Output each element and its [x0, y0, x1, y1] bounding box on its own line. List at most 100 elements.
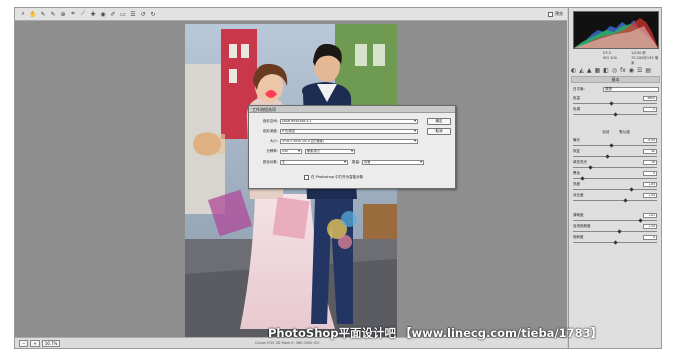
slider-track[interactable]	[573, 189, 657, 190]
slider-knob[interactable]	[609, 101, 614, 106]
slider-row: 对比度 +34	[573, 193, 659, 204]
zoom-in-button[interactable]: +	[30, 340, 40, 347]
slider-knob[interactable]	[629, 187, 635, 192]
slider-knob[interactable]	[613, 240, 618, 245]
rotate-left-icon[interactable]: ↺	[139, 10, 147, 18]
slider-knob[interactable]	[637, 218, 643, 223]
resolution-input[interactable]: 240	[280, 148, 302, 154]
slider-label: 亮度	[573, 182, 580, 186]
slider-track[interactable]	[573, 200, 657, 201]
rotate-right-icon[interactable]: ↻	[149, 10, 157, 18]
slider-value-input[interactable]: -0.50	[643, 138, 657, 143]
default-link[interactable]: 默认值	[619, 130, 630, 136]
sharpen-select[interactable]: 无	[280, 159, 348, 165]
lens-value: 70-200@135 毫米	[631, 56, 659, 65]
detail-tab-icon[interactable]: ▲	[587, 67, 592, 74]
slider-value-input[interactable]: +61	[643, 213, 657, 218]
color-depth-row: 色彩深度: 8 位/通道	[253, 128, 418, 134]
slider-value-input[interactable]: +10	[643, 224, 657, 229]
slider-knob[interactable]	[623, 198, 628, 203]
amount-select[interactable]: 标准	[362, 159, 425, 165]
basic-tab-icon[interactable]: ◐	[571, 67, 576, 74]
size-row: 大小: 3744 x 5616 (21.0 百万像素)	[253, 138, 418, 144]
slider-track[interactable]	[573, 145, 657, 146]
slider-track[interactable]	[573, 220, 657, 221]
hsl-tab-icon[interactable]: ▦	[595, 67, 601, 74]
slider-label: 饱和度	[573, 235, 584, 239]
slider-value-input[interactable]: 18	[643, 160, 657, 165]
camera-calibration-tab-icon[interactable]: ◉	[629, 67, 634, 74]
preview-checkbox[interactable]	[548, 11, 553, 17]
slider-track[interactable]	[573, 231, 657, 232]
resolution-unit-select[interactable]: 像素/英寸	[305, 148, 355, 154]
slider-knob[interactable]	[613, 112, 618, 117]
crop-icon[interactable]: ⌗	[69, 10, 77, 18]
straighten-icon[interactable]: ⟋	[79, 10, 87, 18]
slider-knob[interactable]	[588, 165, 594, 170]
hand-icon[interactable]: ✋	[29, 10, 37, 18]
resolution-label: 分辨率:	[266, 148, 278, 153]
size-select[interactable]: 3744 x 5616 (21.0 百万像素)	[280, 138, 418, 144]
color-sampler-icon[interactable]: ✎	[49, 10, 57, 18]
white-balance-row: 白平衡: 原照	[573, 86, 659, 92]
smart-object-option[interactable]: 在 Photoshop 中打开为智能对象	[304, 175, 363, 180]
toolbar: ⌕ ✋ ✎ ✎ ⊕ ⌗ ⟋ ✚ ◉ ✐ ▭ ☰ ↺ ↻ 预览	[15, 8, 567, 21]
zoom-icon[interactable]: ⌕	[19, 10, 27, 18]
color-space-select[interactable]: sRGB IEC61966-2.1	[280, 118, 418, 124]
zoom-level-select[interactable]: 16.7%	[41, 340, 61, 347]
ok-button[interactable]: 确定	[427, 118, 451, 125]
adjustment-panel: f/3.5 1/200 秒 ISO 100 70-200@135 毫米 ◐ ◭ …	[568, 8, 661, 348]
slider-value-input[interactable]: +63	[643, 182, 657, 187]
slider-value-input[interactable]: -1	[643, 107, 657, 112]
slider-row: 亮度 +63	[573, 182, 659, 193]
preferences-icon[interactable]: ☰	[129, 10, 137, 18]
slider-value-input[interactable]: 40	[643, 149, 657, 154]
slider-value-input[interactable]: 5	[643, 171, 657, 176]
slider-knob[interactable]	[617, 229, 622, 234]
white-balance-select[interactable]: 原照	[603, 86, 659, 92]
lens-tab-icon[interactable]: ◎	[612, 67, 617, 74]
snapshots-tab-icon[interactable]: ▤	[645, 67, 651, 74]
slider-track[interactable]	[573, 167, 657, 168]
adjustment-brush-icon[interactable]: ✐	[109, 10, 117, 18]
slider-row: 黑色 5	[573, 171, 659, 182]
split-tone-tab-icon[interactable]: ◧	[603, 67, 609, 74]
slider-label: 填充亮光	[573, 160, 587, 164]
slider-knob[interactable]	[580, 176, 585, 181]
effects-tab-icon[interactable]: fx	[620, 67, 626, 74]
slider-row: 色调 -1	[573, 107, 659, 118]
histogram	[573, 11, 659, 49]
slider-label: 对比度	[573, 193, 584, 197]
panel-title: 基本	[571, 76, 660, 83]
slider-knob[interactable]	[609, 143, 614, 148]
white-balance-icon[interactable]: ✎	[39, 10, 47, 18]
slider-track[interactable]	[573, 103, 657, 104]
workflow-options-dialog: 工作流程选项 色彩空间: sRGB IEC61966-2.1 色彩深度: 8 位…	[248, 105, 456, 189]
smart-object-checkbox[interactable]	[304, 175, 309, 180]
color-space-row: 色彩空间: sRGB IEC61966-2.1	[253, 118, 418, 124]
preview-toggle[interactable]: 预览	[548, 11, 563, 17]
zoom-out-button[interactable]: −	[19, 340, 29, 347]
slider-track[interactable]	[573, 178, 657, 179]
sharpen-row: 锐化对象: 无 数量: 标准	[253, 159, 425, 165]
graduated-filter-icon[interactable]: ▭	[119, 10, 127, 18]
workflow-options-link[interactable]: Canon EOS 5D Mark II; 380.0000 ISO	[255, 341, 320, 345]
tone-curve-tab-icon[interactable]: ◭	[579, 67, 584, 74]
histogram-graph	[574, 18, 658, 48]
slider-row: 曝光 -0.50	[573, 138, 659, 149]
presets-tab-icon[interactable]: ☰	[637, 67, 642, 74]
auto-link[interactable]: 自动	[602, 130, 609, 136]
slider-label: 曝光	[573, 138, 580, 142]
red-eye-icon[interactable]: ◉	[99, 10, 107, 18]
slider-label: 自然饱和度	[573, 224, 591, 228]
spot-removal-icon[interactable]: ✚	[89, 10, 97, 18]
cancel-button[interactable]: 取消	[427, 128, 451, 135]
target-adjust-icon[interactable]: ⊕	[59, 10, 67, 18]
color-depth-select[interactable]: 8 位/通道	[280, 128, 418, 134]
slider-knob[interactable]	[605, 154, 610, 159]
slider-value-input[interactable]: +34	[643, 193, 657, 198]
slider-value-input[interactable]: 0	[643, 235, 657, 240]
slider-track[interactable]	[573, 156, 657, 157]
zoom-control[interactable]: − + 16.7%	[19, 340, 61, 347]
slider-value-input[interactable]: 4800	[643, 96, 657, 101]
